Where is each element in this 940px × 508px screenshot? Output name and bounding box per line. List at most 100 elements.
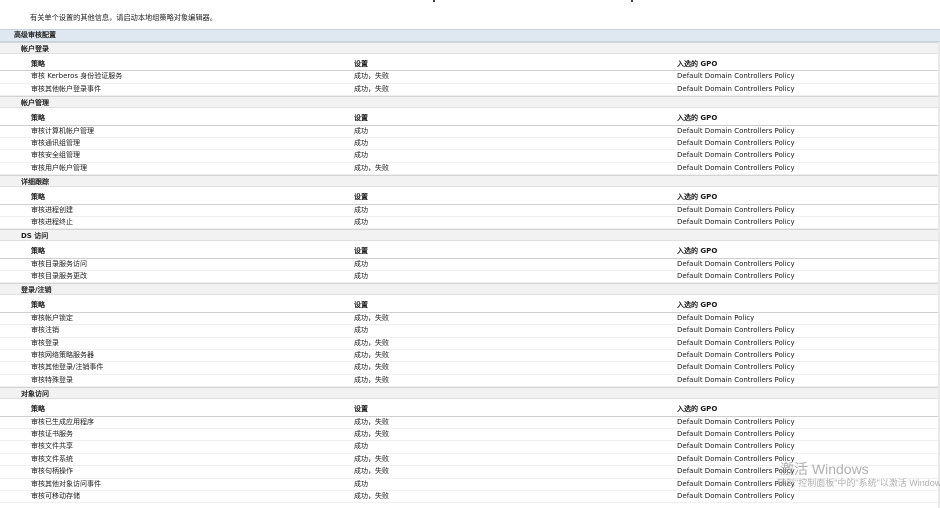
- policy-cell: 审核文件共享: [31, 442, 73, 451]
- table-row: 审核通讯组管理 成功 Default Domain Controllers Poli…: [0, 138, 940, 151]
- gpo-cell: Default Domain Controllers Policy: [677, 163, 795, 172]
- policy-cell: 审核其他对象访问事件: [31, 479, 101, 488]
- gpo-cell: Default Domain Controllers Policy: [677, 326, 795, 335]
- policy-section: DS 访问策略 设置 入选的 GPO 审核目录服务访问成功 Default Domain…: [0, 229, 940, 284]
- gpo-cell: Default Domain Controllers Policy: [677, 259, 795, 268]
- section-header[interactable]: 帐户管理: [0, 96, 940, 109]
- policy-cell: 审核目录服务访问: [31, 259, 87, 268]
- gpo-cell: Default Domain Controllers Policy: [677, 338, 795, 347]
- policy-cell: 审核证书服务: [31, 429, 73, 438]
- setting-cell: 成功: [354, 138, 368, 147]
- gpo-cell: Default Domain Controllers Policy: [677, 205, 795, 214]
- table-row: 审核可移动存储 成功，失败 Default Domain Controllers P…: [0, 491, 940, 504]
- policy-section: 登录/注销策略 设置 入选的 GPO 审核帐户锁定 成功，失败 Default Domai…: [0, 283, 940, 388]
- table-row: 审核注销 成功 Default Domain Controllers Policy: [0, 325, 940, 338]
- policy-cell: 审核计算机帐户管理: [31, 126, 94, 135]
- table-header-row: 策略 设置 入选的 GPO: [0, 404, 940, 417]
- column-header-setting: 设置: [354, 301, 368, 310]
- policy-cell: 审核 Kerberos 身份验证服务: [31, 72, 123, 81]
- policy-cell: 审核注销: [31, 326, 59, 335]
- setting-cell: 成功，失败: [354, 351, 389, 360]
- policy-cell: 审核其他登录/注销事件: [31, 363, 104, 372]
- policy-cell: 审核登录: [31, 338, 59, 347]
- table-row: 审核文件共享 成功 Default Domain Controllers Polic…: [0, 441, 940, 454]
- column-header-policy: 策略: [31, 114, 45, 123]
- section-header[interactable]: DS 访问: [0, 229, 940, 242]
- column-header-setting: 设置: [354, 193, 368, 202]
- policy-cell: 审核通讯组管理: [31, 138, 80, 147]
- setting-cell: 成功: [354, 479, 368, 488]
- table-row: 审核其他登录/注销事件 成功，失败 Default Domain Controlle…: [0, 362, 940, 375]
- column-header-gpo: 入选的 GPO: [677, 60, 718, 68]
- gpo-cell: Default Domain Controllers Policy: [677, 375, 795, 384]
- table-row: 审核已生成应用程序 成功，失败 Default Domain Controllers…: [0, 417, 940, 429]
- policy-cell: 审核目录服务更改: [31, 272, 87, 281]
- setting-cell: 成功，失败: [354, 375, 389, 384]
- policy-cell: 审核可移动存储: [31, 491, 80, 500]
- setting-cell: 成功: [354, 126, 368, 135]
- gpo-cell: Default Domain Controllers Policy: [677, 429, 795, 438]
- column-header-gpo: 入选的 GPO: [677, 405, 718, 414]
- setting-cell: 成功，失败: [354, 417, 389, 426]
- gpo-cell: Default Domain Controllers Policy: [677, 84, 795, 93]
- column-header-policy: 策略: [31, 247, 45, 256]
- policy-section: 帐户登录 策略 设置 入选的 GPO 审核 Kerberos 身份验证服务 成功，失败 De…: [0, 42, 940, 97]
- column-header-setting: 设置: [354, 405, 368, 414]
- setting-cell: 成功: [354, 442, 368, 451]
- gpo-cell: Default Domain Controllers Policy: [677, 351, 795, 360]
- watermark-subtitle: 转到"控制面板"中的"系统"以激活 Windows: [777, 478, 940, 488]
- policy-cell: 审核安全组管理: [31, 151, 80, 160]
- setting-cell: 成功: [354, 326, 368, 335]
- gpo-cell: Default Domain Controllers Policy: [677, 217, 795, 226]
- policy-cell: 审核已生成应用程序: [31, 417, 94, 426]
- column-header-policy: 策略: [31, 60, 45, 68]
- table-row: 审核 Kerberos 身份验证服务 成功，失败 Default Domain Co…: [0, 71, 940, 84]
- column-header-policy: 策略: [31, 193, 45, 202]
- policy-cell: 审核特殊登录: [31, 375, 73, 384]
- column-header-setting: 设置: [354, 247, 368, 256]
- table-row: 审核计算机帐户管理 成功 Default Domain Controllers Po…: [0, 126, 940, 138]
- setting-cell: 成功: [354, 151, 368, 160]
- policy-cell: 审核文件系统: [31, 454, 73, 463]
- gpo-cell: Default Domain Controllers Policy: [677, 138, 795, 147]
- table-row: 审核帐户锁定 成功，失败 Default Domain Policy: [0, 313, 940, 326]
- setting-cell: 成功，失败: [354, 454, 389, 463]
- gpo-cell: Default Domain Policy: [677, 313, 755, 322]
- setting-cell: 成功: [354, 217, 368, 226]
- column-header-gpo: 入选的 GPO: [677, 247, 718, 256]
- column-header-policy: 策略: [31, 405, 45, 414]
- table-row: 审核目录服务更改 成功 Default Domain Controllers Pol…: [0, 271, 940, 284]
- column-header-setting: 设置: [354, 114, 368, 123]
- policy-cell: 审核用户帐户管理: [31, 163, 87, 172]
- policy-cell: 审核其他帐户登录事件: [31, 84, 101, 93]
- setting-cell: 成功: [354, 272, 368, 281]
- setting-cell: 成功，失败: [354, 363, 389, 372]
- section-header[interactable]: 帐户登录: [0, 42, 940, 54]
- setting-cell: 成功，失败: [354, 338, 389, 347]
- setting-cell: 成功，失败: [354, 467, 389, 476]
- policy-cell: 审核句柄操作: [31, 467, 73, 476]
- table-header-row: 策略 设置 入选的 GPO: [0, 59, 940, 72]
- advanced-audit-header[interactable]: 高级审核配置: [0, 29, 940, 42]
- setting-cell: 成功，失败: [354, 429, 389, 438]
- setting-cell: 成功，失败: [354, 84, 389, 93]
- table-row: 审核安全组管理 成功 Default Domain Controllers Poli…: [0, 150, 940, 163]
- setting-cell: 成功，失败: [354, 491, 389, 500]
- table-row: 审核网络策略服务器 成功，失败 Default Domain Controllers…: [0, 350, 940, 363]
- section-header[interactable]: 对象访问: [0, 387, 940, 400]
- policy-cell: 审核网络策略服务器: [31, 351, 94, 360]
- gpo-cell: Default Domain Controllers Policy: [677, 442, 795, 451]
- policy-cell: 审核进程终止: [31, 217, 73, 226]
- column-header-policy: 策略: [31, 301, 45, 310]
- column-header-gpo: 入选的 GPO: [677, 301, 718, 310]
- table-row: 审核登录 成功，失败 Default Domain Controllers Poli…: [0, 338, 940, 351]
- column-header-setting: 设置: [354, 60, 368, 68]
- section-header[interactable]: 登录/注销: [0, 283, 940, 296]
- section-header[interactable]: 详细跟踪: [0, 175, 940, 188]
- table-row: 审核进程终止 成功 Default Domain Controllers Polic…: [0, 217, 940, 230]
- table-header-row: 策略 设置 入选的 GPO: [0, 192, 940, 205]
- top-edge-mark: [631, 0, 633, 2]
- gpo-cell: Default Domain Controllers Policy: [677, 491, 795, 500]
- policy-cell: 审核进程创建: [31, 205, 73, 214]
- gpo-cell: Default Domain Controllers Policy: [677, 272, 795, 281]
